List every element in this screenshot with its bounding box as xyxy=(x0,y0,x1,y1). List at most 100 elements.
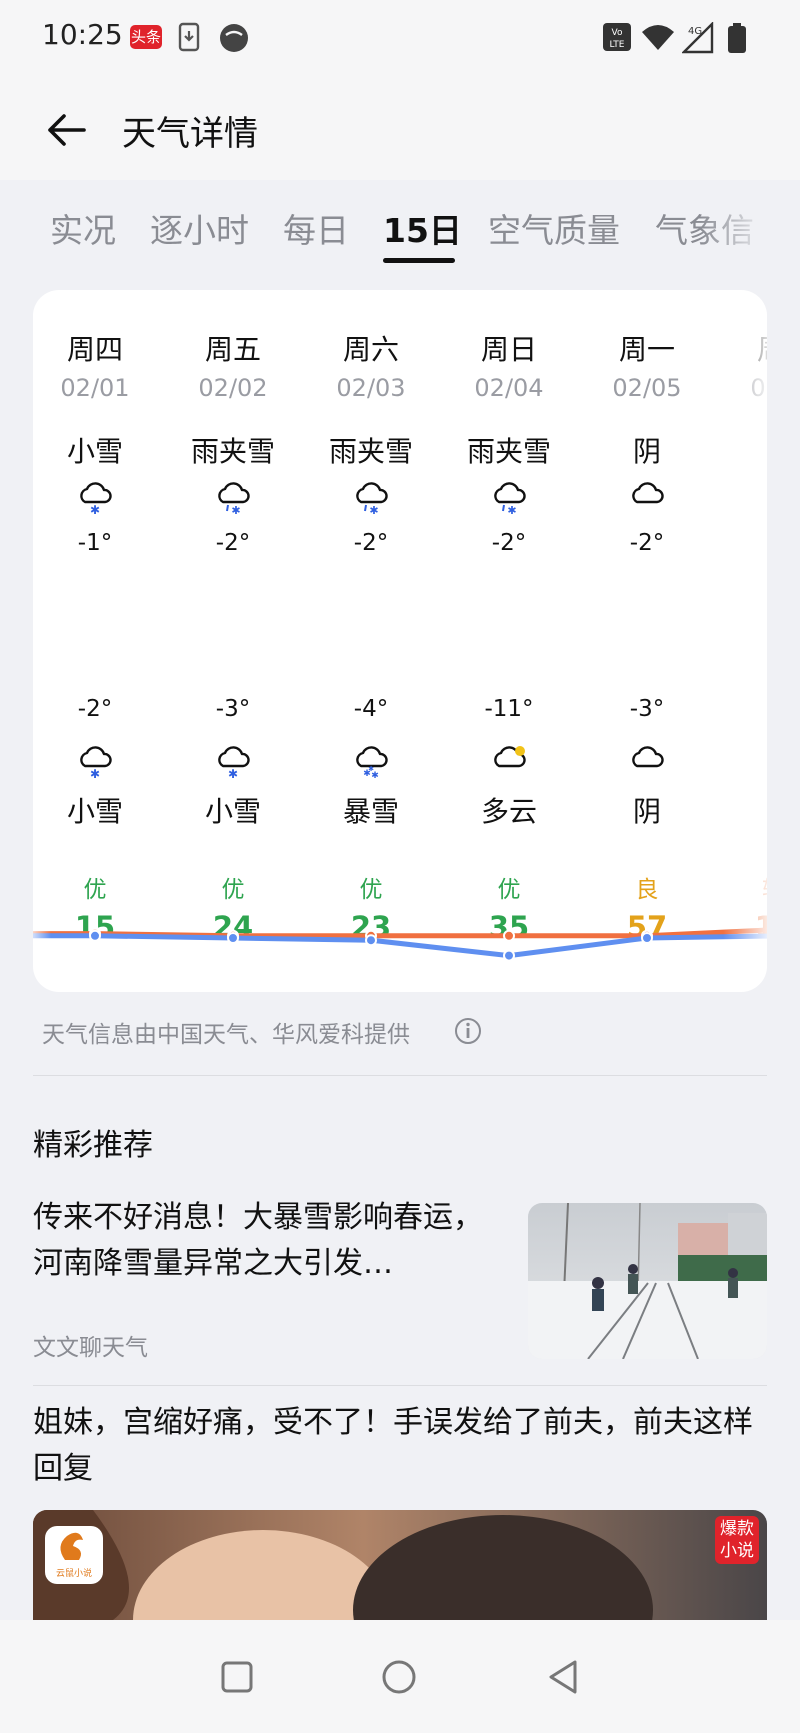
forecast-day-column[interactable]: 周五 02/02 雨夹雪 ✱ -2° -3° ✱ 小雪优 24 xyxy=(164,290,302,992)
day-of-week: 周四 xyxy=(66,333,123,366)
low-temp: -3° xyxy=(629,696,665,722)
divider xyxy=(33,1075,767,1076)
wifi-icon xyxy=(642,25,674,50)
night-weather: 小雪 xyxy=(204,795,261,828)
svg-text:✱: ✱ xyxy=(369,504,378,514)
blizzard-icon: ✱ ✱✱ xyxy=(356,746,388,778)
forecast-date: 02/01 xyxy=(60,374,130,402)
app-logo-label: 云鼠小说 xyxy=(55,1569,92,1579)
day-weather: 阴 xyxy=(632,435,661,468)
info-icon[interactable] xyxy=(454,1017,482,1045)
banner-illustration xyxy=(33,1510,767,1620)
news-item-title[interactable]: 传来不好消息！大暴雪影响春运，河南降雪量异常之大引发… xyxy=(33,1195,503,1287)
high-temp: -2° xyxy=(629,530,665,556)
low-temp: -2° xyxy=(77,696,113,722)
svg-text:✱: ✱ xyxy=(368,765,374,773)
svg-text:✱: ✱ xyxy=(231,504,240,514)
recommend-section-title: 精彩推荐 xyxy=(33,1128,153,1163)
night-weather: 阴 xyxy=(632,795,661,828)
news-item-source: 文文聊天气 xyxy=(33,1335,148,1361)
high-temp-point xyxy=(503,929,515,942)
home-button[interactable] xyxy=(381,1659,417,1695)
cellular-signal-icon: 4G xyxy=(682,22,714,54)
divider xyxy=(33,1385,767,1386)
low-temp-point xyxy=(503,949,515,962)
tab-daily[interactable]: 每日 xyxy=(283,204,349,252)
day-of-week: 周一 xyxy=(618,333,675,366)
low-temp-point xyxy=(227,932,239,944)
high-temp: -2° xyxy=(215,530,251,556)
light-snow-icon: ✱ xyxy=(80,746,112,778)
svg-text:✱: ✱ xyxy=(90,767,100,778)
recent-apps-button[interactable] xyxy=(220,1660,254,1694)
back-arrow-icon[interactable] xyxy=(40,106,96,154)
day-weather: 雨夹雪 xyxy=(190,435,275,468)
day-of-week: 周六 xyxy=(342,333,399,366)
day-of-week: 周五 xyxy=(204,333,261,366)
night-weather: 小雪 xyxy=(66,795,123,828)
tab-15-day[interactable]: 15日 xyxy=(383,204,462,252)
sleet-icon: ✱ xyxy=(494,482,526,514)
day-of-week: 周日 xyxy=(480,333,537,366)
svg-text:Vo: Vo xyxy=(612,28,623,38)
app-notification-icon xyxy=(220,24,248,52)
header: 天气详情 xyxy=(0,76,800,180)
battery-icon xyxy=(728,23,746,53)
forecast-date: 02/03 xyxy=(336,374,406,402)
low-temp: -3° xyxy=(215,696,251,722)
forecast-date: 02/02 xyxy=(198,374,268,402)
news-banner-image[interactable]: 云鼠小说 爆款小说 xyxy=(33,1510,767,1620)
temperature-trend-chart xyxy=(33,926,767,962)
overcast-icon xyxy=(632,482,664,504)
tab-bar: 实况 逐小时 每日 15日 空气质量 气象信 xyxy=(0,180,800,280)
high-temp: -1° xyxy=(77,530,113,556)
app-logo: 云鼠小说 xyxy=(45,1526,103,1584)
news-thumbnail-image[interactable] xyxy=(528,1203,767,1359)
low-temp: -11° xyxy=(484,696,534,722)
sleet-icon: ✱ xyxy=(218,482,250,514)
tab-hourly[interactable]: 逐小时 xyxy=(150,204,249,252)
day-weather: 雨夹雪 xyxy=(328,435,413,468)
status-time: 10:25 xyxy=(42,18,123,51)
volte-icon: Vo LTE xyxy=(603,23,631,51)
high-temp: -2° xyxy=(491,530,527,556)
forecast-card[interactable]: 周四 02/01 小雪 ✱ -1° -2° ✱ 小雪优 15 周五 02/02 雨夹雪 ✱ -2° -3° ✱… xyxy=(33,290,767,992)
toutiao-badge-icon: 头条 xyxy=(130,25,162,49)
active-tab-indicator xyxy=(383,258,455,263)
card-fade-left xyxy=(33,290,51,992)
low-temp-line xyxy=(33,933,767,959)
data-provider-text: 天气信息由中国天气、华风爱科提供 xyxy=(42,1022,410,1048)
forecast-day-column[interactable]: 周日 02/04 雨夹雪 ✱ -2° -11° 多云优 35 xyxy=(440,290,578,992)
low-temp: -4° xyxy=(353,696,389,722)
day-weather: 雨夹雪 xyxy=(466,435,551,468)
night-weather: 多云 xyxy=(480,795,537,828)
svg-text:✱: ✱ xyxy=(228,767,238,778)
back-button[interactable] xyxy=(545,1658,581,1696)
download-notification-icon xyxy=(178,22,200,52)
status-bar: 10:25 头条 Vo LTE 4G xyxy=(0,0,800,76)
night-weather: 暴雪 xyxy=(342,795,399,828)
forecast-date: 02/05 xyxy=(612,374,682,402)
low-temp-point xyxy=(641,932,653,944)
svg-text:✱: ✱ xyxy=(90,503,100,514)
forecast-day-column[interactable]: 周四 02/01 小雪 ✱ -1° -2° ✱ 小雪优 15 xyxy=(33,290,164,992)
ad-badge: 爆款小说 xyxy=(715,1516,759,1564)
tab-current[interactable]: 实况 xyxy=(50,204,116,252)
forecast-day-column[interactable]: 周六 02/03 雨夹雪 ✱ -2° -4° ✱ ✱ ✱ 暴雪优 23 xyxy=(302,290,440,992)
tab-air-quality[interactable]: 空气质量 xyxy=(488,204,620,252)
light-snow-icon: ✱ xyxy=(80,482,112,514)
low-temp-point xyxy=(365,934,377,947)
forecast-day-column[interactable]: 周一 02/05 阴 -2° -3° 阴良 57 xyxy=(578,290,716,992)
high-temp: -2° xyxy=(353,530,389,556)
forecast-date: 02/04 xyxy=(474,374,544,402)
svg-text:✱: ✱ xyxy=(507,504,516,514)
overcast-icon xyxy=(632,746,664,768)
low-temp-point xyxy=(89,929,101,942)
news-item-title[interactable]: 姐妹，宫缩好痛，受不了！手误发给了前夫，前夫这样回复 xyxy=(33,1400,773,1492)
squirrel-logo-icon xyxy=(60,1532,83,1560)
svg-text:LTE: LTE xyxy=(610,40,625,50)
day-weather: 小雪 xyxy=(66,435,123,468)
page-title: 天气详情 xyxy=(122,114,258,154)
card-fade-right xyxy=(723,290,767,992)
svg-text:4G: 4G xyxy=(688,26,702,37)
